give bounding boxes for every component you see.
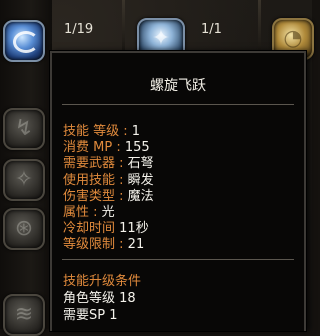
stat-row: 使用技能 : 瞬发 bbox=[63, 173, 154, 189]
stat-value: 21 bbox=[127, 237, 145, 253]
locked-skill-icon: ✧ bbox=[14, 167, 34, 192]
stat-sep: : bbox=[115, 172, 128, 188]
stat-label: 伤害类型 bbox=[63, 188, 116, 204]
stat-sep: : bbox=[115, 237, 128, 253]
skill-slot-spiral-leap[interactable] bbox=[3, 20, 45, 62]
stat-sep: : bbox=[112, 140, 125, 156]
requirement-sp: 需要SP 1 bbox=[63, 308, 118, 323]
stat-value: 1 bbox=[131, 124, 141, 139]
stat-value: 光 bbox=[101, 204, 115, 220]
locked-skill-icon: ↯ bbox=[14, 116, 34, 141]
stat-value: 魔法 bbox=[127, 188, 154, 204]
stat-label: 冷却时间 bbox=[63, 221, 116, 237]
stat-row: 需要武器 : 石弩 bbox=[63, 156, 154, 172]
stat-sep: : bbox=[119, 124, 132, 139]
stat-row: 伤害类型 : 魔法 bbox=[63, 189, 154, 205]
stat-sep: : bbox=[89, 204, 102, 220]
tooltip-divider-2 bbox=[62, 259, 294, 260]
stat-value: 石弩 bbox=[127, 156, 154, 172]
stat-row: 等级限制 : 21 bbox=[63, 237, 154, 253]
stat-value: 瞬发 bbox=[127, 172, 154, 188]
stat-row: 消费 MP : 155 bbox=[63, 140, 154, 156]
skill-name-title: 螺旋飞跃 bbox=[150, 78, 206, 94]
skill-points-count: 1/19 bbox=[64, 22, 94, 37]
skill-tooltip: 螺旋飞跃 技能 等级 : 1 消费 MP : 155 需要武器 : 石弩 使用技… bbox=[50, 51, 306, 331]
stat-row: 属性 : 光 bbox=[63, 205, 154, 221]
stat-value: 155 bbox=[124, 140, 150, 156]
locked-skill-icon: ⊛ bbox=[14, 216, 34, 241]
stat-label: 属性 bbox=[63, 204, 90, 220]
stat-label: 使用技能 bbox=[63, 172, 116, 188]
stat-label: 消费 MP bbox=[63, 140, 113, 156]
stat-row: 技能 等级 : 1 bbox=[63, 124, 154, 140]
stat-label: 等级限制 bbox=[63, 237, 116, 253]
tooltip-divider bbox=[62, 104, 294, 105]
skill-slot-locked-4[interactable]: ≋ bbox=[3, 294, 45, 336]
skill-slot-locked-1[interactable]: ↯ bbox=[3, 108, 45, 150]
column-divider-2 bbox=[258, 0, 261, 52]
swirl-skill-icon bbox=[13, 31, 39, 53]
stat-sep: : bbox=[115, 188, 128, 204]
stat-label: 技能 等级 bbox=[63, 124, 120, 139]
locked-skill-icon: ≋ bbox=[14, 302, 34, 327]
skill-slot-locked-2[interactable]: ✧ bbox=[3, 159, 45, 201]
stat-value: 11秒 bbox=[119, 221, 149, 237]
stat-sep: : bbox=[115, 156, 128, 172]
skill-stats-list: 技能 等级 : 1 消费 MP : 155 需要武器 : 石弩 使用技能 : 瞬… bbox=[63, 124, 154, 254]
skill-points-count-2: 1/1 bbox=[201, 22, 222, 37]
column-divider bbox=[122, 0, 125, 52]
stat-row: 冷却时间 11秒 bbox=[63, 221, 154, 237]
skill-slot-locked-3[interactable]: ⊛ bbox=[3, 208, 45, 250]
stat-label: 需要武器 bbox=[63, 156, 116, 172]
